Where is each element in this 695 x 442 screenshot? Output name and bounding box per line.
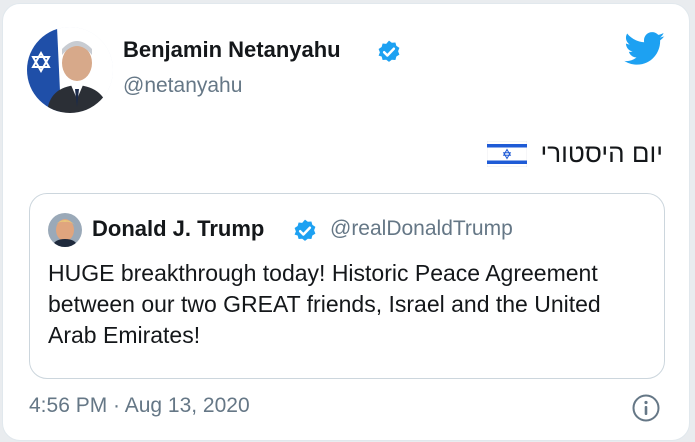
info-icon[interactable] — [631, 393, 661, 423]
author-avatar[interactable] — [27, 27, 113, 113]
profile-photo-icon — [27, 27, 113, 113]
quoted-tweet[interactable]: Donald J. Trump @realDonaldTrump HUGE br… — [29, 193, 665, 379]
israel-flag-icon — [486, 140, 527, 167]
quoted-author-handle[interactable]: @realDonaldTrump — [330, 217, 513, 241]
verified-badge-icon — [378, 40, 400, 62]
author-handle[interactable]: @netanyahu — [123, 74, 242, 98]
tweet-card[interactable]: Benjamin Netanyahu @netanyahu יום היסטור… — [2, 3, 690, 441]
tweet-timestamp[interactable]: 4:56 PM · Aug 13, 2020 — [29, 394, 250, 418]
divider — [29, 440, 669, 441]
author-name[interactable]: Benjamin Netanyahu — [123, 37, 341, 63]
profile-photo-icon — [48, 213, 82, 247]
quoted-tweet-text: HUGE breakthrough today! Historic Peace … — [48, 260, 601, 348]
verified-badge-icon — [294, 219, 316, 241]
twitter-bird-icon[interactable] — [624, 32, 666, 66]
tweet-text: יום היסטורי — [540, 138, 664, 168]
quoted-author-avatar[interactable] — [48, 213, 82, 247]
quoted-author-name[interactable]: Donald J. Trump — [92, 216, 264, 242]
tweet-text-row: יום היסטורי — [486, 138, 664, 169]
